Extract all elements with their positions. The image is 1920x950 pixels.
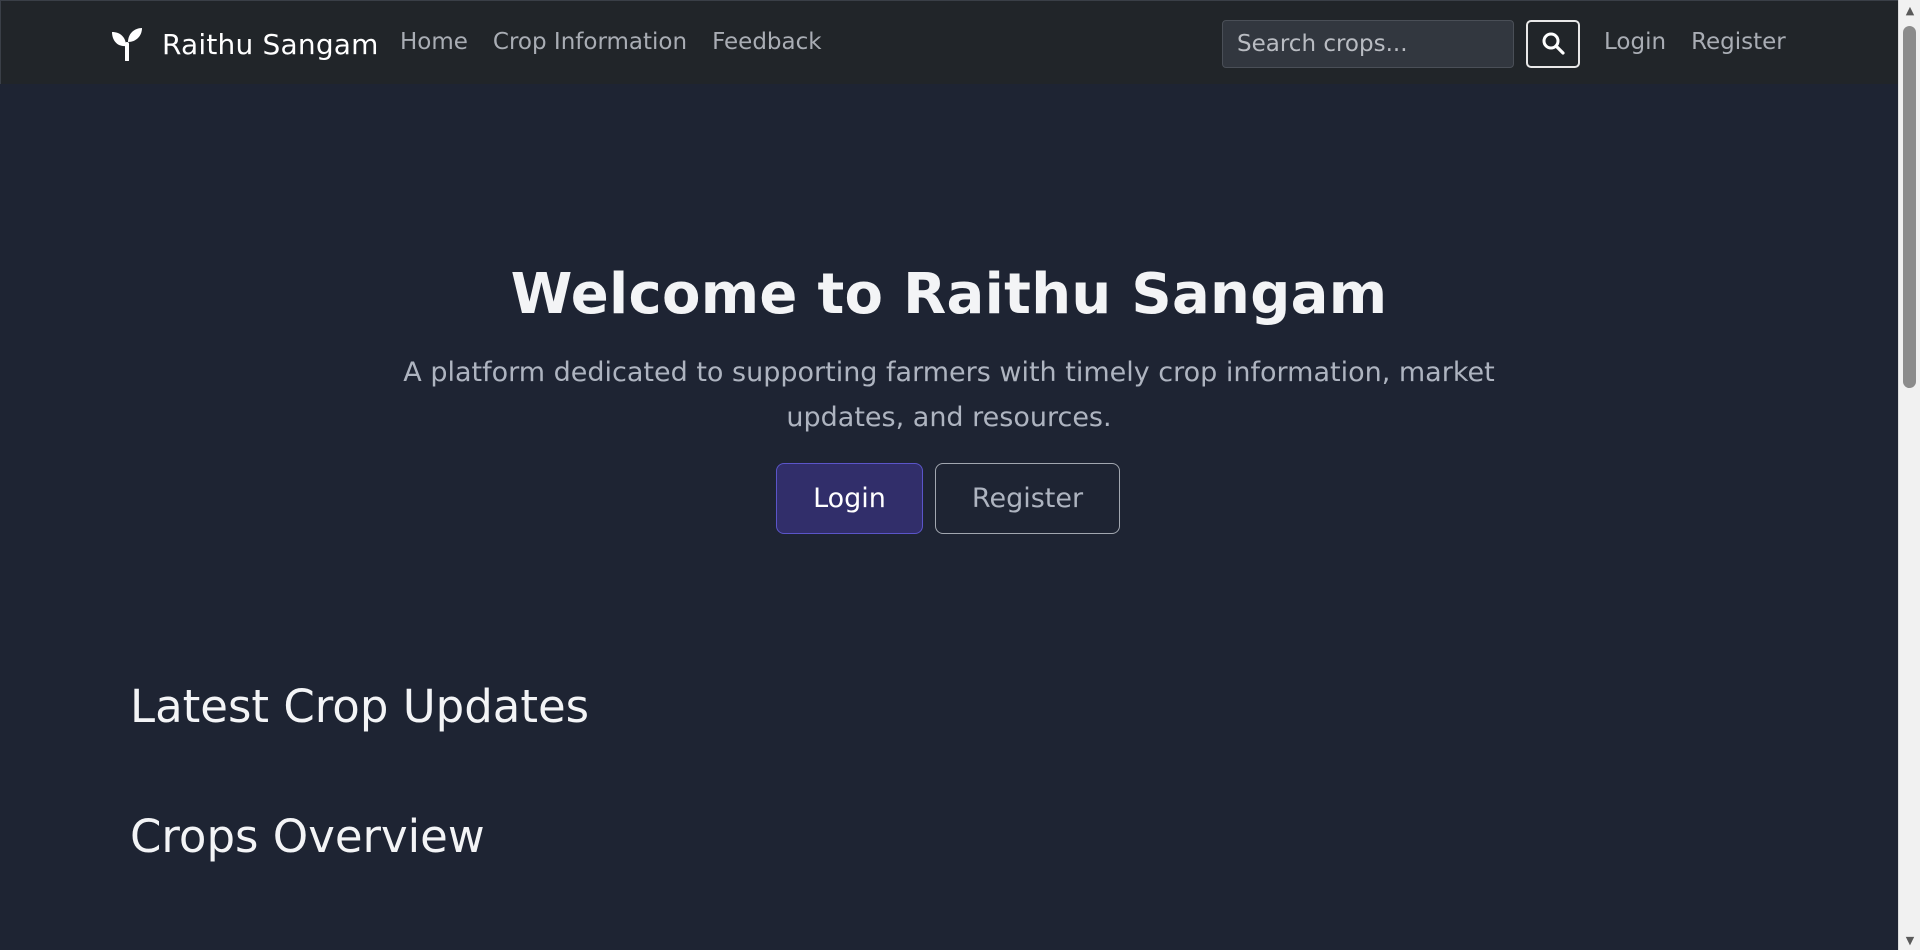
page: Raithu Sangam Home Crop Information Feed… bbox=[0, 0, 1920, 950]
hero-login-button[interactable]: Login bbox=[776, 463, 923, 534]
scroll-up-arrow-icon[interactable]: ▲ bbox=[1899, 0, 1920, 20]
search-button[interactable] bbox=[1526, 20, 1580, 68]
brand-name: Raithu Sangam bbox=[162, 27, 379, 61]
nav-link-crop-information[interactable]: Crop Information bbox=[493, 29, 687, 55]
nav-login-link[interactable]: Login bbox=[1604, 29, 1666, 55]
hero-subtitle-line-2: updates, and resources. bbox=[786, 402, 1112, 433]
hero-buttons: Login Register bbox=[776, 463, 1120, 534]
crops-overview-heading: Crops Overview bbox=[130, 810, 485, 863]
vertical-scrollbar[interactable]: ▲ ▼ bbox=[1898, 0, 1920, 950]
nav-links: Home Crop Information Feedback bbox=[400, 29, 822, 55]
hero-title: Welcome to Raithu Sangam bbox=[510, 262, 1388, 327]
hero-subtitle-line-1: A platform dedicated to supporting farme… bbox=[403, 357, 1495, 388]
nav-link-home[interactable]: Home bbox=[400, 29, 468, 55]
nav-link-feedback[interactable]: Feedback bbox=[712, 29, 822, 55]
search-input[interactable] bbox=[1222, 20, 1514, 68]
scroll-down-arrow-icon[interactable]: ▼ bbox=[1899, 930, 1920, 950]
seedling-icon bbox=[110, 27, 144, 62]
brand-link[interactable]: Raithu Sangam bbox=[110, 25, 379, 63]
navbar: Raithu Sangam Home Crop Information Feed… bbox=[0, 0, 1898, 84]
hero-subtitle: A platform dedicated to supporting farme… bbox=[399, 350, 1499, 440]
latest-crop-updates-heading: Latest Crop Updates bbox=[130, 680, 590, 733]
search-icon bbox=[1541, 31, 1565, 58]
hero-register-button[interactable]: Register bbox=[935, 463, 1120, 534]
nav-auth-links: Login Register bbox=[1604, 29, 1786, 55]
scroll-thumb[interactable] bbox=[1903, 26, 1916, 388]
nav-register-link[interactable]: Register bbox=[1691, 29, 1786, 55]
